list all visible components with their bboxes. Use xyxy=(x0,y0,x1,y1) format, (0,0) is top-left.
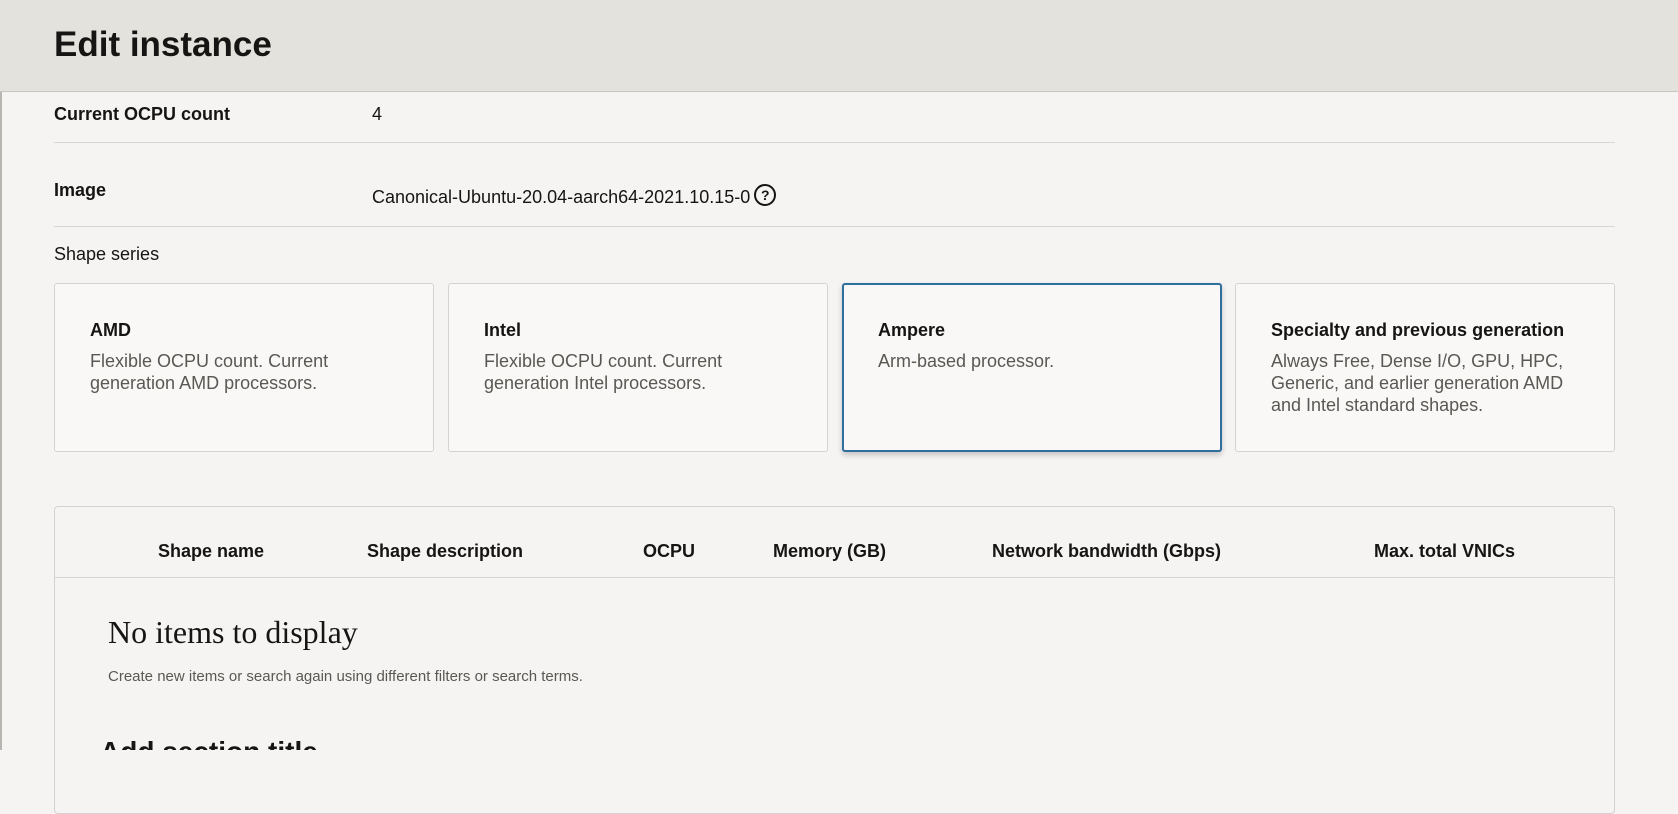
card-desc-line: generation AMD processors. xyxy=(90,373,318,393)
image-value-group: Canonical-Ubuntu-20.04-aarch64-2021.10.1… xyxy=(372,183,777,208)
card-desc-line: Always Free, Dense I/O, GPU, HPC, xyxy=(1271,351,1564,371)
column-header-shape-description[interactable]: Shape description xyxy=(367,541,523,562)
column-header-max-vnics[interactable]: Max. total VNICs xyxy=(1374,541,1515,562)
shape-card-title: AMD xyxy=(90,320,131,340)
shape-series-label: Shape series xyxy=(54,244,160,264)
next-section-heading-cutoff: Add section title xyxy=(100,738,500,750)
window-left-edge xyxy=(0,0,2,750)
help-icon[interactable]: ? xyxy=(754,183,777,206)
shape-card-title: Ampere xyxy=(878,320,946,340)
shape-card-description: Arm-based processor. xyxy=(878,350,1186,372)
card-desc-line: and Intel standard shapes. xyxy=(1271,395,1484,415)
shape-series-cards: AMD Flexible OCPU count. Current generat… xyxy=(54,283,1615,452)
card-desc-line: Generic, and earlier generation AMD xyxy=(1271,373,1564,393)
card-desc-line: Flexible OCPU count. Current xyxy=(90,351,329,371)
column-header-memory[interactable]: Memory (GB) xyxy=(773,541,886,562)
next-section-heading: Add section title xyxy=(100,738,500,750)
shape-card-title: Specialty and previous generation xyxy=(1271,320,1565,340)
column-header-network-bandwidth[interactable]: Network bandwidth (Gbps) xyxy=(992,541,1221,562)
shape-card-title: Intel xyxy=(484,320,522,340)
empty-state-description: Create new items or search again using d… xyxy=(108,668,583,685)
card-desc-line: Flexible OCPU count. Current xyxy=(484,351,723,371)
image-row: Image Canonical-Ubuntu-20.04-aarch64-202… xyxy=(54,143,1615,227)
empty-state-title: No items to display xyxy=(108,614,358,650)
table-header-row: Shape name Shape description OCPU Memory… xyxy=(55,507,1614,578)
shape-card-description: Flexible OCPU count. Current generation … xyxy=(484,350,792,394)
image-label: Image xyxy=(54,180,107,200)
shape-card-specialty[interactable]: Specialty and previous generation Always… xyxy=(1235,283,1615,452)
shape-card-description: Flexible OCPU count. Current generation … xyxy=(90,350,398,394)
ocpu-count-label: Current OCPU count xyxy=(54,104,231,124)
shape-card-amd[interactable]: AMD Flexible OCPU count. Current generat… xyxy=(54,283,434,452)
ocpu-count-row: Current OCPU count 4 xyxy=(54,92,1615,143)
page-title: Edit instance xyxy=(54,25,272,64)
shape-card-intel[interactable]: Intel Flexible OCPU count. Current gener… xyxy=(448,283,828,452)
column-header-shape-name[interactable]: Shape name xyxy=(158,541,264,562)
ocpu-count-value: 4 xyxy=(372,104,383,124)
shape-card-description: Always Free, Dense I/O, GPU, HPC, Generi… xyxy=(1271,350,1579,416)
card-desc-line: Arm-based processor. xyxy=(878,351,1055,371)
shape-card-ampere[interactable]: Ampere Arm-based processor. xyxy=(842,283,1222,452)
panel-header: Edit instance xyxy=(0,0,1678,92)
card-desc-line: generation Intel processors. xyxy=(484,373,707,393)
image-value: Canonical-Ubuntu-20.04-aarch64-2021.10.1… xyxy=(372,187,751,207)
edit-instance-form: Current OCPU count 4 Image Canonical-Ubu… xyxy=(54,92,1615,814)
column-header-ocpu[interactable]: OCPU xyxy=(643,541,695,562)
shapes-table: Shape name Shape description OCPU Memory… xyxy=(54,506,1615,814)
